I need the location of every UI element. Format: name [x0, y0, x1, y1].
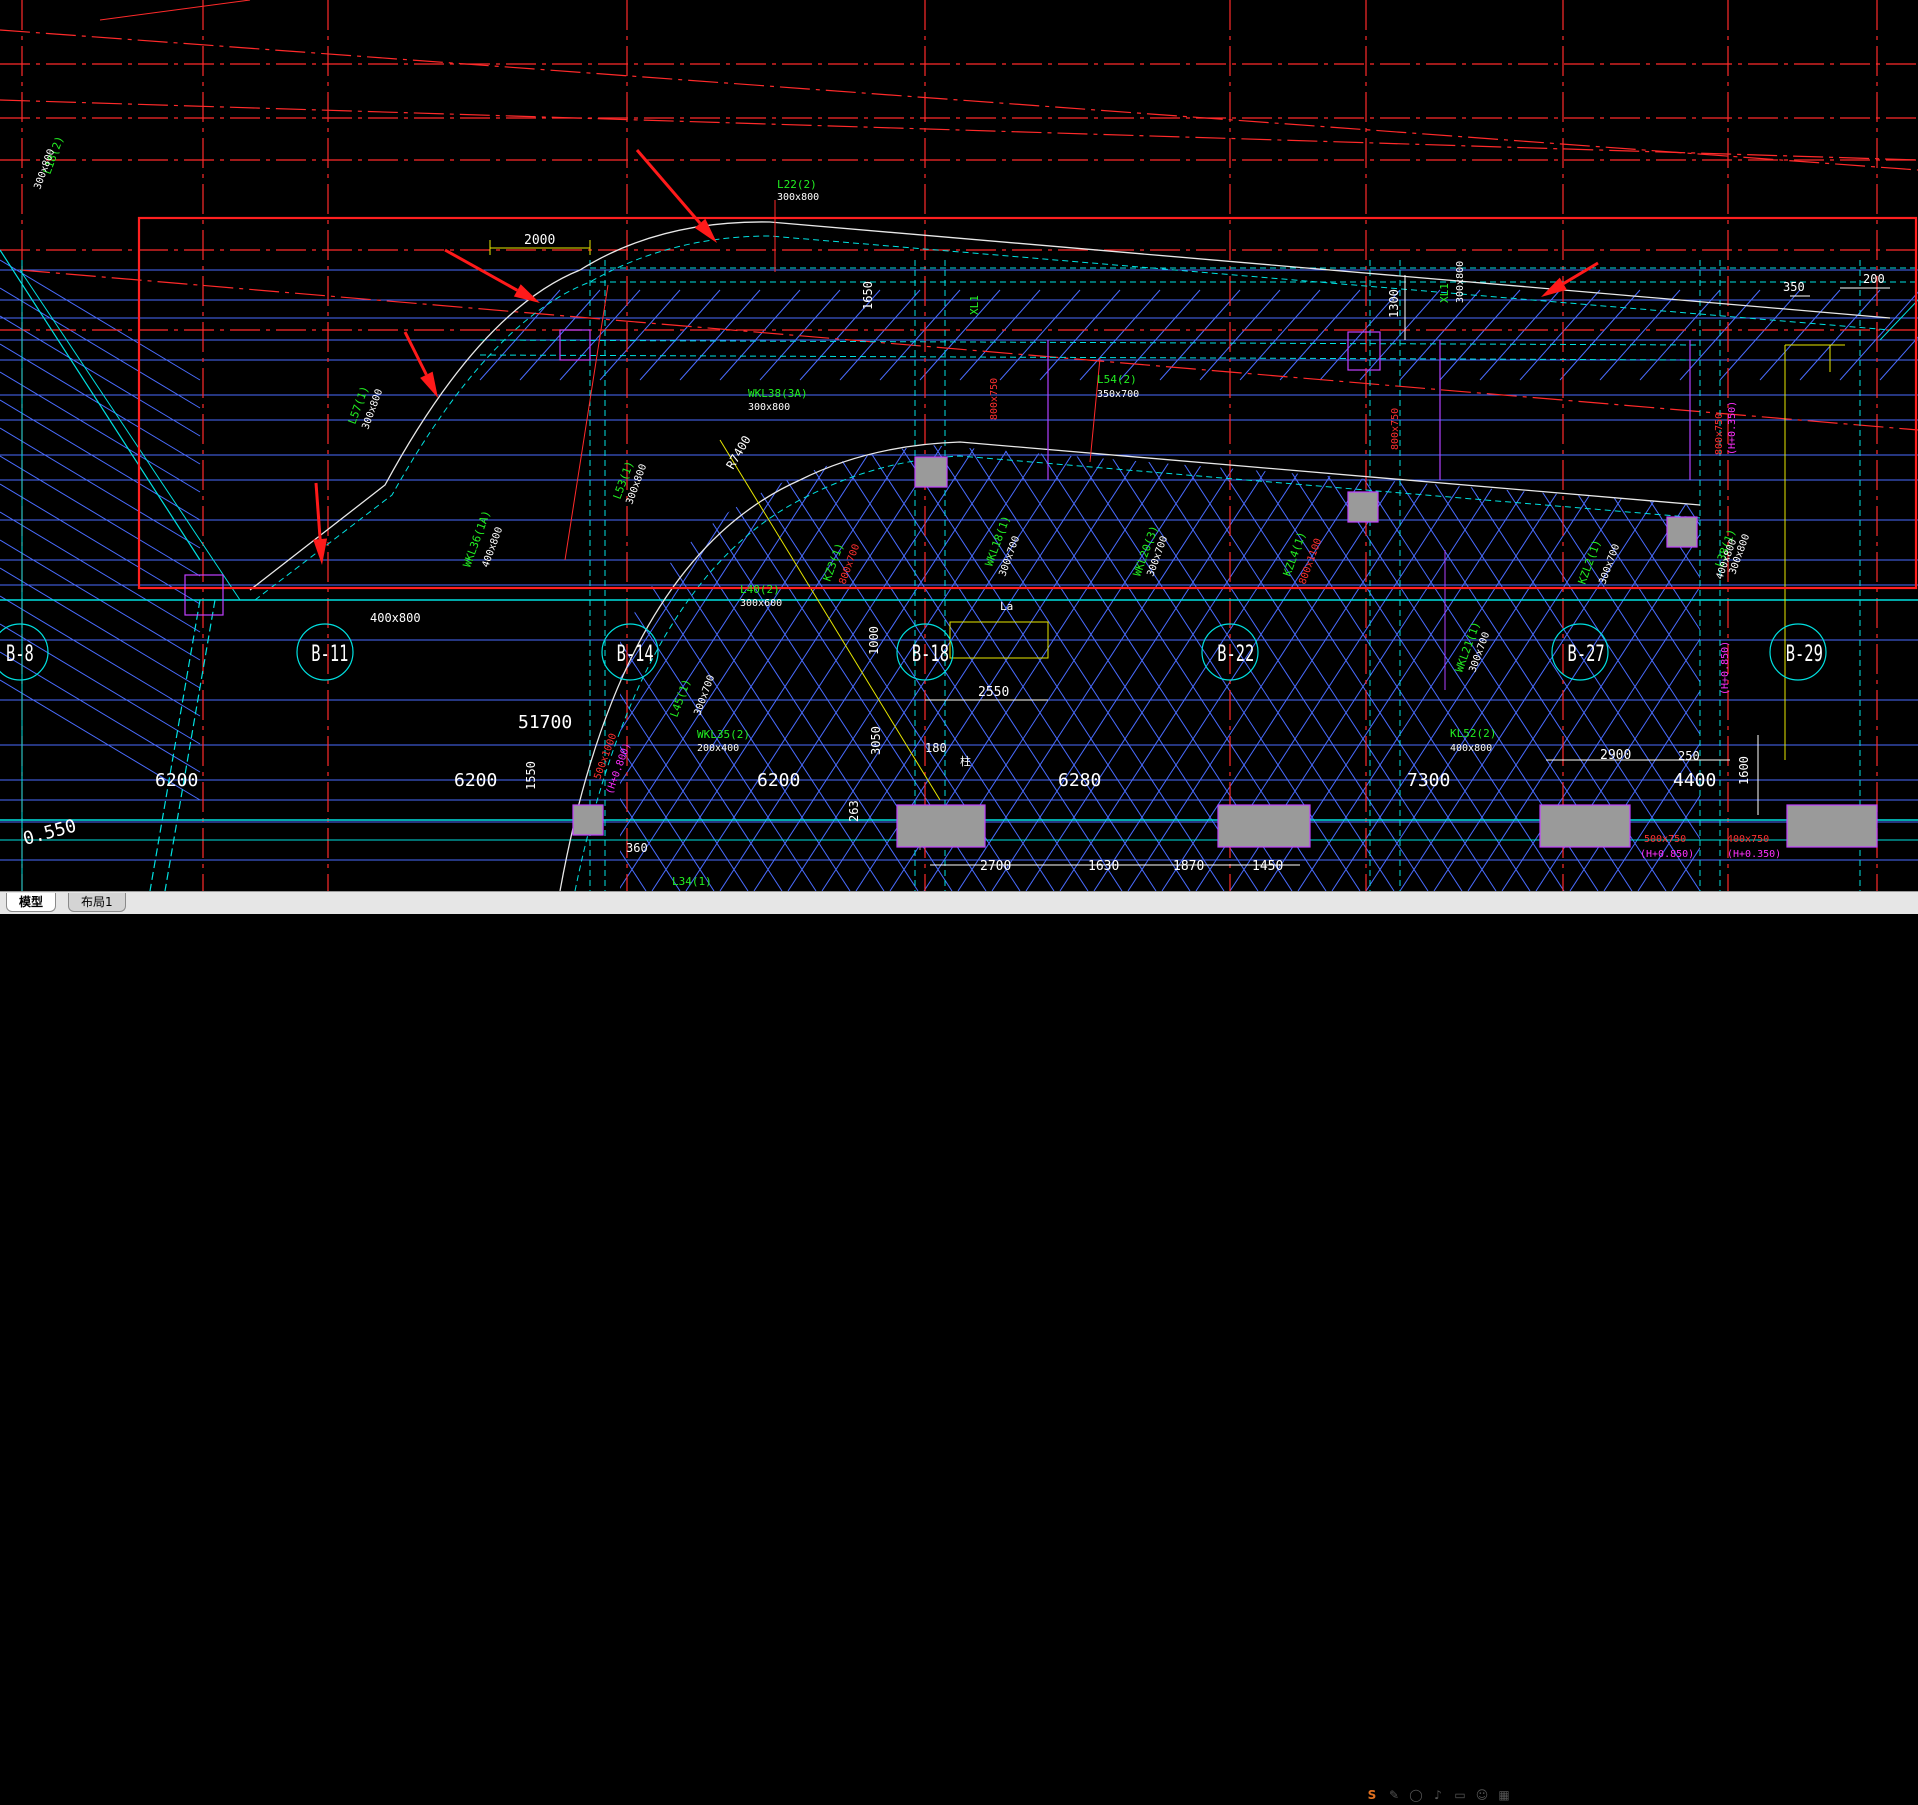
drawing-label: 6200	[155, 770, 198, 791]
drawing-label: 1000	[867, 626, 881, 655]
column	[1217, 804, 1311, 848]
mic-icon[interactable]: ♪	[1431, 1788, 1445, 1802]
drawing-label: 6280	[1058, 770, 1101, 791]
drawing-label: 2700	[980, 859, 1011, 874]
drawing-label: 180	[925, 741, 947, 755]
keyboard-icon[interactable]: ▭	[1453, 1788, 1467, 1802]
drawing-label: 6200	[454, 770, 497, 791]
column	[1666, 516, 1698, 548]
drawing-label: (H+0.350)	[1727, 849, 1781, 860]
drawing-label: XL1	[1438, 283, 1451, 303]
drawing-label: 800x750	[989, 378, 1000, 420]
column	[1539, 804, 1631, 848]
drawing-label: 263	[847, 800, 861, 822]
drawing-label: KL52(2)	[1450, 727, 1496, 740]
status-tray: S ✎ ◯ ♪ ▭ ☺ ▦	[1365, 1785, 1511, 1805]
drawing-label: (H+0.350)	[1727, 401, 1738, 455]
tab-layout1[interactable]: 布局1	[68, 893, 126, 912]
drawing-label: (H+0.850)	[1720, 641, 1731, 695]
cad-drawing-canvas[interactable]: B-8 B-11 B-14 B-18 B-22 B-27 B-29 2000 1650 1300…	[0, 0, 1918, 891]
drawing-label: 400x800	[1450, 743, 1492, 754]
drawing-label: 2000	[524, 233, 555, 248]
drawing-label: XL1	[968, 295, 981, 315]
drawing-label: 300x800	[1455, 261, 1466, 303]
drawing-label: L22(2)	[777, 178, 817, 191]
drawing-label: L34(1)	[672, 875, 712, 888]
drawing-label: L54(2)	[1097, 373, 1137, 386]
drawing-label: WKL35(2)	[697, 728, 750, 741]
drawing-label: 200x400	[697, 743, 739, 754]
drawing-label: WKL38(3A)	[748, 387, 808, 400]
drawing-label: 1870	[1173, 859, 1204, 874]
column	[572, 804, 604, 836]
app-logo-icon[interactable]: S	[1365, 1788, 1379, 1802]
drawing-label: 800x750	[1390, 408, 1401, 450]
drawing-label: 300x600	[740, 598, 782, 609]
drawing-label: 2900	[1600, 748, 1631, 763]
drawing-label: 1550	[524, 761, 538, 790]
drawing-label: La	[1000, 600, 1013, 613]
axis-bubble-label: B-14	[617, 641, 654, 666]
drawing-label: 350	[1783, 280, 1805, 294]
drawing-label: 1600	[1737, 756, 1751, 785]
axis-bubble-label: B-8	[6, 641, 34, 666]
drawing-label: 1300	[1387, 289, 1401, 318]
drawing-label: 300x800	[748, 402, 790, 413]
drawing-label: 6200	[757, 770, 800, 791]
drawing-label: 800x750	[1714, 413, 1725, 455]
drawing-label: 7300	[1407, 770, 1450, 791]
circle-icon[interactable]: ◯	[1409, 1788, 1423, 1802]
drawing-label: 300x800	[777, 192, 819, 203]
user-icon[interactable]: ☺	[1475, 1788, 1489, 1802]
column	[1786, 804, 1878, 848]
axis-bubble-label: B-22	[1217, 641, 1254, 666]
tab-model[interactable]: 模型	[6, 893, 57, 912]
pen-icon[interactable]: ✎	[1387, 1788, 1401, 1802]
drawing-label: 250	[1678, 749, 1700, 763]
drawing-label: 2550	[978, 685, 1009, 700]
drawing-label: 3050	[869, 726, 883, 755]
layout-tab-bar: 模型 布局1 S ✎ ◯ ♪ ▭ ☺ ▦	[0, 891, 1918, 1802]
column	[896, 804, 986, 848]
drawing-label: L40(2)	[740, 583, 780, 596]
drawing-label: 4400	[1673, 770, 1716, 791]
grid-icon[interactable]: ▦	[1497, 1788, 1511, 1802]
column	[1347, 491, 1379, 523]
drawing-label: 1630	[1088, 859, 1119, 874]
drawing-label: 360	[626, 841, 648, 855]
drawing-label: (H+0.850)	[1640, 849, 1694, 860]
drawing-label: 1450	[1252, 859, 1283, 874]
drawing-label: 350x700	[1097, 389, 1139, 400]
axis-bubble-label: B-11	[311, 641, 348, 666]
column	[914, 456, 948, 488]
drawing-label: 51700	[518, 712, 572, 733]
axis-bubble-label: B-27	[1568, 641, 1605, 666]
drawing-label: 400x750	[1727, 834, 1769, 845]
axis-bubble-label: B-29	[1786, 641, 1823, 666]
drawing-label: 500x750	[1644, 834, 1686, 845]
drawing-label: 200	[1863, 272, 1885, 286]
axis-bubble-label: B-18	[912, 641, 949, 666]
drawing-label: 1650	[861, 281, 875, 310]
drawing-label: 400x800	[370, 611, 421, 625]
drawing-label: 柱	[960, 754, 971, 768]
